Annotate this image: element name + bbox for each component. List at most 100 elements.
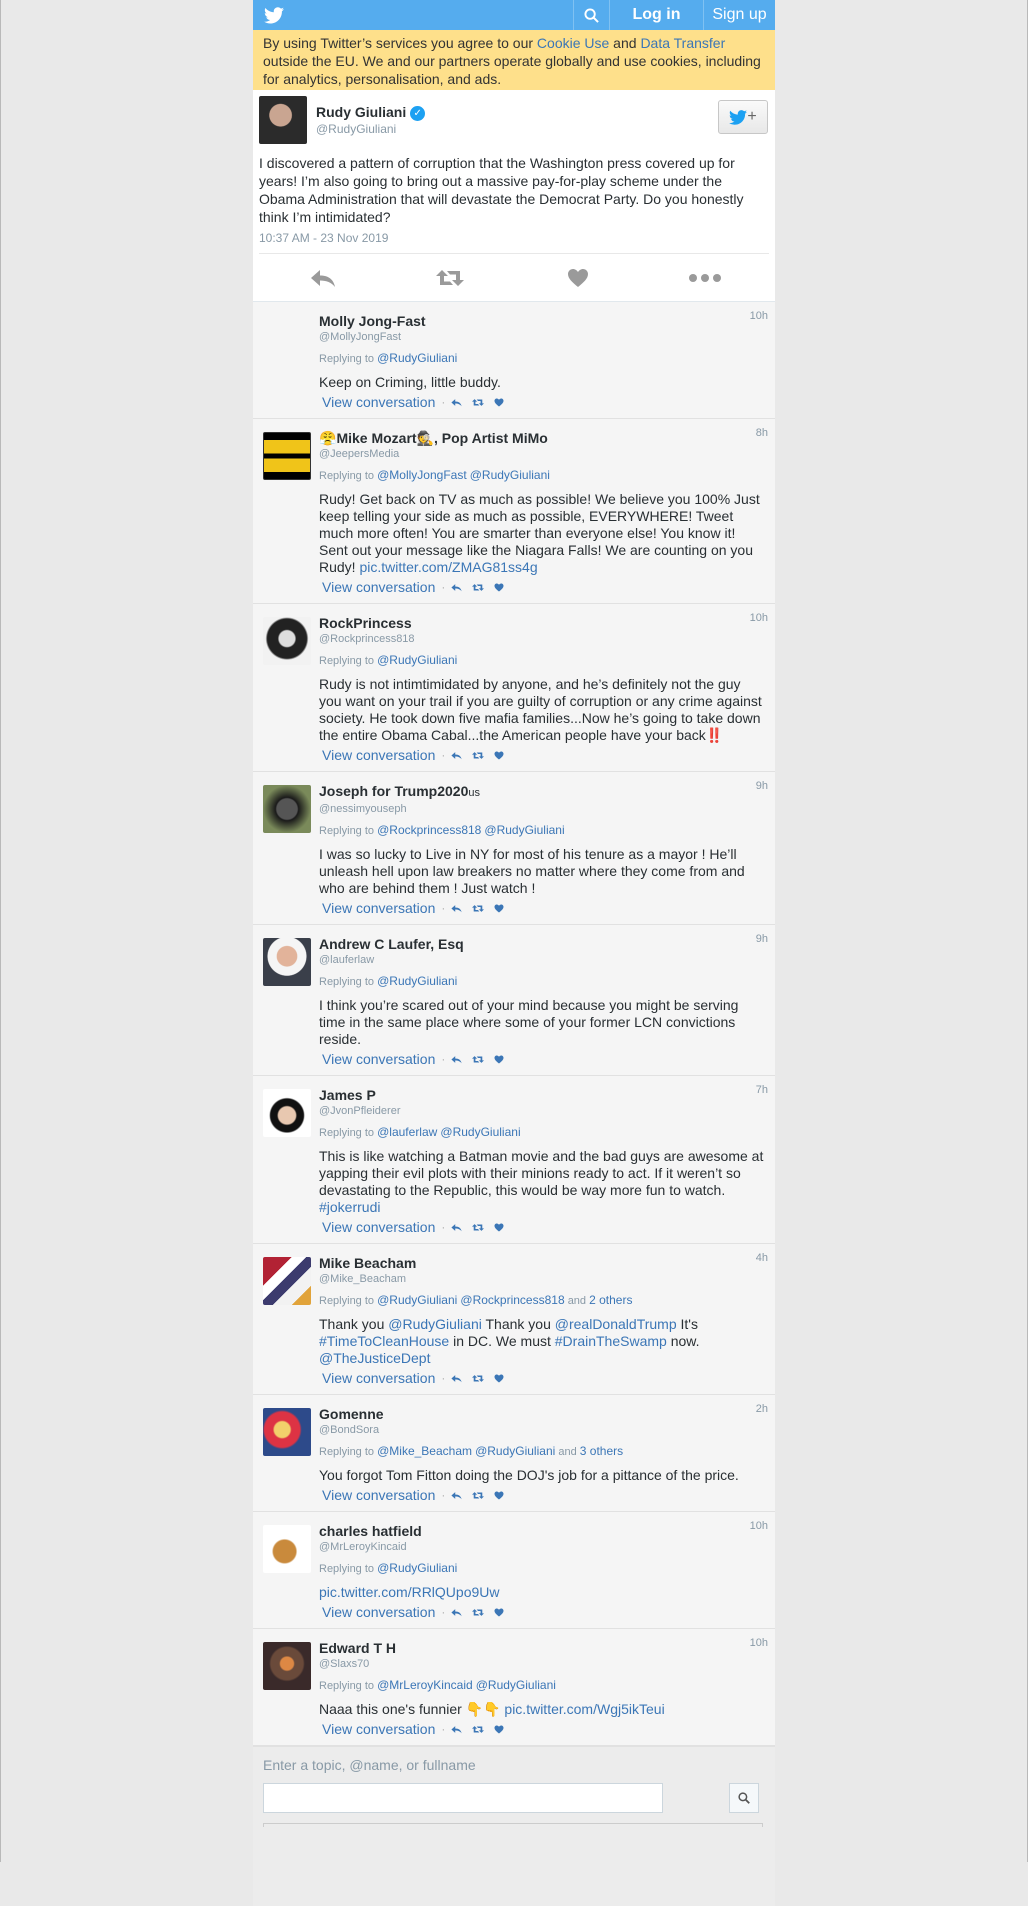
others-link[interactable]: 3 others xyxy=(580,1444,623,1458)
view-conversation-link[interactable]: View conversation xyxy=(322,1051,435,1067)
reply-icon[interactable] xyxy=(451,1725,462,1734)
reply-icon[interactable] xyxy=(451,1374,462,1383)
like-icon[interactable] xyxy=(494,1724,504,1734)
reply-time[interactable]: 2h xyxy=(756,1403,768,1415)
reply-item[interactable]: 10h Edward T H @Slaxs70 Replying to @MrLero… xyxy=(253,1629,775,1746)
reply-time[interactable]: 10h xyxy=(750,1637,768,1649)
replying-to-link[interactable]: @RudyGiuliani xyxy=(470,468,550,482)
retweet-icon[interactable] xyxy=(472,398,485,407)
retweet-icon[interactable] xyxy=(472,1374,485,1383)
reply-author-handle[interactable]: @lauferlaw xyxy=(319,953,765,967)
reply-author-name[interactable]: Mike Beacham xyxy=(319,1255,416,1271)
reply-icon[interactable] xyxy=(451,1491,462,1500)
avatar[interactable] xyxy=(263,432,311,480)
reply-time[interactable]: 9h xyxy=(756,933,768,945)
reply-author-name[interactable]: Gomenne xyxy=(319,1406,384,1422)
hashtag-link[interactable]: #DrainTheSwamp xyxy=(555,1333,667,1349)
others-link[interactable]: 2 others xyxy=(589,1293,632,1307)
reply-icon[interactable] xyxy=(451,583,462,592)
retweet-icon[interactable] xyxy=(472,1725,485,1734)
like-icon[interactable] xyxy=(494,582,504,592)
replying-to-link[interactable]: @RudyGiuliani xyxy=(476,1678,556,1692)
reply-item[interactable]: 8h 😤Mike Mozart🕵️, Pop Artist MiMo @Jeeper… xyxy=(253,419,775,604)
twitter-logo-icon[interactable] xyxy=(253,0,295,30)
retweet-icon[interactable] xyxy=(472,1055,485,1064)
cookie-use-link[interactable]: Cookie Use xyxy=(537,35,609,51)
reply-author-name[interactable]: Molly Jong-Fast xyxy=(319,313,426,329)
reply-item[interactable]: 10h Molly Jong-Fast @MollyJongFast Replying… xyxy=(253,302,775,419)
avatar[interactable] xyxy=(263,1257,311,1305)
reply-time[interactable]: 4h xyxy=(756,1252,768,1264)
reply-author-name[interactable]: James P xyxy=(319,1087,376,1103)
reply-author-handle[interactable]: @Slaxs70 xyxy=(319,1657,765,1671)
reply-icon[interactable] xyxy=(451,398,462,407)
like-icon[interactable] xyxy=(494,1490,504,1500)
mention-link[interactable]: @RudyGiuliani xyxy=(388,1316,482,1332)
retweet-icon[interactable] xyxy=(472,583,485,592)
replying-to-link[interactable]: @RudyGiuliani xyxy=(377,351,457,365)
reply-author-handle[interactable]: @JvonPfleiderer xyxy=(319,1104,765,1118)
hashtag-link[interactable]: #TimeToCleanHouse xyxy=(319,1333,449,1349)
reply-author-handle[interactable]: @nessimyouseph xyxy=(319,802,765,816)
reply-author-name[interactable]: Joseph for Trump2020 xyxy=(319,783,468,799)
mention-link[interactable]: @TheJusticeDept xyxy=(319,1350,430,1366)
avatar[interactable] xyxy=(263,1089,311,1137)
like-icon[interactable] xyxy=(558,268,598,288)
view-conversation-link[interactable]: View conversation xyxy=(322,579,435,595)
tweet-author-handle[interactable]: @RudyGiuliani xyxy=(316,122,425,136)
view-conversation-link[interactable]: View conversation xyxy=(322,1721,435,1737)
reply-time[interactable]: 10h xyxy=(750,1520,768,1532)
mention-link[interactable]: @realDonaldTrump xyxy=(555,1316,677,1332)
like-icon[interactable] xyxy=(494,750,504,760)
reply-icon[interactable] xyxy=(303,268,343,288)
reply-icon[interactable] xyxy=(451,1608,462,1617)
retweet-icon[interactable] xyxy=(472,1491,485,1500)
reply-link[interactable]: pic.twitter.com/RRlQUpo9Uw xyxy=(319,1584,500,1600)
retweet-icon[interactable] xyxy=(430,268,470,288)
avatar[interactable] xyxy=(263,1525,311,1573)
avatar[interactable] xyxy=(263,938,311,986)
retweet-icon[interactable] xyxy=(472,1223,485,1232)
login-button[interactable]: Log in xyxy=(609,0,703,30)
replying-to-link[interactable]: @Mike_Beacham xyxy=(377,1444,472,1458)
view-conversation-link[interactable]: View conversation xyxy=(322,747,435,763)
like-icon[interactable] xyxy=(494,397,504,407)
reply-item[interactable]: 4h Mike Beacham @Mike_Beacham Replying to @… xyxy=(253,1244,775,1395)
replying-to-link[interactable]: @MollyJongFast xyxy=(377,468,467,482)
replying-to-link[interactable]: @Rockprincess818 xyxy=(460,1293,564,1307)
reply-author-name[interactable]: charles hatfield xyxy=(319,1523,422,1539)
like-icon[interactable] xyxy=(494,1054,504,1064)
replying-to-link[interactable]: @RudyGiuliani xyxy=(377,1293,457,1307)
reply-item[interactable]: 10h RockPrincess @Rockprincess818 Replying … xyxy=(253,604,775,772)
replying-to-link[interactable]: @MrLeroyKincaid xyxy=(377,1678,473,1692)
replying-to-link[interactable]: @lauferlaw xyxy=(377,1125,437,1139)
view-conversation-link[interactable]: View conversation xyxy=(322,1370,435,1386)
avatar[interactable] xyxy=(263,617,311,665)
reply-link[interactable]: pic.twitter.com/Wgj5ikTeui xyxy=(504,1701,664,1717)
tweet-timestamp[interactable]: 10:37 AM - 23 Nov 2019 xyxy=(253,226,775,253)
view-conversation-link[interactable]: View conversation xyxy=(322,1604,435,1620)
replying-to-link[interactable]: @RudyGiuliani xyxy=(475,1444,555,1458)
reply-author-handle[interactable]: @Rockprincess818 xyxy=(319,632,765,646)
tweet-author-name[interactable]: Rudy Giuliani xyxy=(316,104,406,120)
replying-to-link[interactable]: @RudyGiuliani xyxy=(440,1125,520,1139)
search-icon[interactable] xyxy=(573,0,609,30)
reply-author-handle[interactable]: @MollyJongFast xyxy=(319,330,765,344)
reply-author-name[interactable]: Edward T H xyxy=(319,1640,396,1656)
like-icon[interactable] xyxy=(494,1222,504,1232)
reply-author-name[interactable]: Mike Mozart xyxy=(336,430,416,446)
avatar[interactable] xyxy=(263,1642,311,1690)
reply-time[interactable]: 9h xyxy=(756,780,768,792)
like-icon[interactable] xyxy=(494,903,504,913)
follow-button[interactable]: + xyxy=(718,100,768,134)
reply-link[interactable]: #jokerrudi xyxy=(319,1199,380,1215)
reply-item[interactable]: 10h charles hatfield @MrLeroyKincaid Replyi… xyxy=(253,1512,775,1629)
view-conversation-link[interactable]: View conversation xyxy=(322,1487,435,1503)
retweet-icon[interactable] xyxy=(472,904,485,913)
retweet-icon[interactable] xyxy=(472,1608,485,1617)
reply-author-handle[interactable]: @JeepersMedia xyxy=(319,447,765,461)
avatar[interactable] xyxy=(263,785,311,833)
reply-author-name[interactable]: RockPrincess xyxy=(319,615,412,631)
reply-time[interactable]: 10h xyxy=(750,310,768,322)
reply-item[interactable]: 9h Joseph for Trump2020us @nessimyouseph Re… xyxy=(253,772,775,925)
